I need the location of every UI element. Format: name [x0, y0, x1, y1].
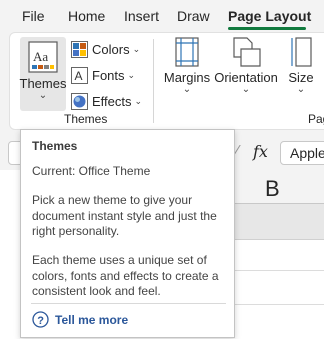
themes-button[interactable]: Aa Themes ⌄	[20, 37, 66, 111]
margins-button[interactable]: Margins ⌄	[164, 37, 210, 95]
svg-text:Aa: Aa	[33, 49, 48, 64]
ribbon-tab-bar: File Home Insert Draw Page Layout	[0, 0, 324, 30]
tooltip-current-theme: Current: Office Theme	[32, 164, 151, 178]
selected-row[interactable]	[230, 204, 324, 240]
colors-label: Colors	[92, 41, 130, 57]
chevron-down-icon: ⌄	[132, 43, 141, 54]
size-label: Size	[288, 70, 314, 85]
tab-page-layout[interactable]: Page Layout	[228, 8, 311, 24]
svg-text:A: A	[75, 69, 83, 83]
orientation-button[interactable]: Orientation ⌄	[214, 37, 278, 95]
page-setup-group-label: Pag	[308, 112, 324, 126]
tooltip-divider	[31, 303, 226, 304]
column-header-label: B	[265, 176, 280, 201]
tooltip-description: Each theme uses a unique set of colors, …	[32, 253, 219, 298]
ribbon: Aa Themes ⌄ Colors ⌄ A Fonts ⌄ Effects ⌄…	[0, 30, 324, 130]
fonts-button[interactable]: A Fonts ⌄	[71, 64, 135, 86]
themes-tooltip: Themes Current: Office Theme Pick a new …	[20, 129, 235, 338]
insert-function-icon[interactable]: fx	[253, 142, 268, 161]
orientation-label: Orientation	[214, 70, 278, 85]
fonts-label: Fonts	[92, 67, 125, 83]
tell-me-more-link[interactable]: ? Tell me more	[32, 311, 128, 328]
tooltip-title: Themes	[32, 139, 78, 153]
size-icon	[291, 37, 312, 67]
effects-icon	[71, 92, 88, 110]
margins-icon	[175, 37, 199, 67]
ribbon-panel: Aa Themes ⌄ Colors ⌄ A Fonts ⌄ Effects ⌄…	[9, 32, 324, 130]
tooltip-description: Pick a new theme to give your document i…	[32, 193, 217, 238]
row-divider	[230, 270, 324, 271]
chevron-down-icon: ⌄	[38, 90, 48, 101]
tab-draw[interactable]: Draw	[177, 8, 210, 24]
tab-insert[interactable]: Insert	[124, 8, 159, 24]
margins-label: Margins	[163, 70, 211, 85]
group-separator	[153, 39, 154, 123]
themes-group-label: Themes	[64, 112, 108, 126]
tab-home[interactable]: Home	[68, 8, 105, 24]
help-icon: ?	[32, 311, 49, 328]
orientation-icon	[233, 37, 261, 67]
colors-button[interactable]: Colors ⌄	[71, 38, 140, 60]
themes-label: Themes	[19, 76, 67, 91]
effects-label: Effects	[92, 93, 132, 109]
effects-button[interactable]: Effects ⌄	[71, 90, 142, 112]
formula-separator: ∕	[236, 143, 239, 160]
chevron-down-icon: ⌄	[134, 95, 143, 106]
chevron-down-icon: ⌄	[241, 84, 251, 95]
tell-me-more-label: Tell me more	[55, 312, 129, 327]
row-divider	[230, 304, 324, 305]
colors-icon	[71, 40, 88, 58]
chevron-down-icon: ⌄	[127, 69, 136, 80]
chevron-down-icon: ⌄	[182, 84, 192, 95]
svg-text:?: ?	[37, 315, 44, 327]
themes-icon: Aa	[28, 41, 58, 73]
size-button[interactable]: Size ⌄	[284, 37, 318, 95]
chevron-down-icon: ⌄	[296, 84, 306, 95]
fonts-icon: A	[71, 66, 88, 84]
formula-input[interactable]: Apple	[280, 141, 324, 165]
tab-file[interactable]: File	[22, 8, 45, 24]
